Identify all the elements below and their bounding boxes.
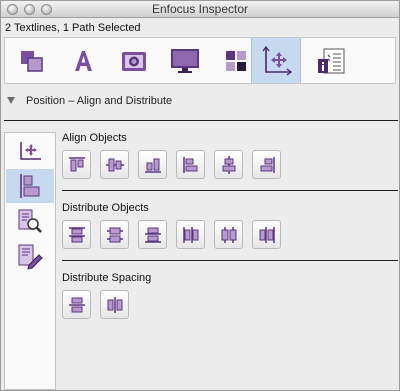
tab-text[interactable]: [58, 38, 108, 83]
distribute-vertical-spacing-icon: [68, 297, 85, 312]
distribute-horizontal-center-button[interactable]: [214, 220, 243, 249]
title-bar: Enfocus Inspector: [1, 1, 399, 18]
distribute-vertical-center-icon: [106, 227, 123, 242]
align-objects-label: Align Objects: [62, 132, 127, 144]
align-top-icon: [68, 156, 85, 171]
sidebar-item-align[interactable]: [6, 169, 54, 203]
align-horizontal-center-icon: [222, 155, 235, 174]
section-title: Position – Align and Distribute: [26, 95, 173, 107]
zoom-page-icon: [18, 209, 42, 233]
distribute-left-button[interactable]: [176, 220, 205, 249]
tab-objects[interactable]: [7, 38, 57, 83]
align-right-icon: [260, 156, 275, 173]
edit-page-icon: [18, 244, 43, 270]
align-vertical-center-button[interactable]: [100, 150, 129, 179]
align-vertical-center-icon: [105, 158, 124, 171]
image-camera-icon: [122, 51, 146, 71]
tab-display[interactable]: [160, 38, 210, 83]
group-divider: [62, 260, 398, 261]
align-left-button[interactable]: [176, 150, 205, 179]
inspector-toolbar: [4, 37, 396, 84]
move-axes-icon: [20, 142, 41, 160]
distribute-top-icon: [68, 226, 85, 242]
distribute-objects-label: Distribute Objects: [62, 202, 149, 214]
align-top-button[interactable]: [62, 150, 91, 179]
sidebar-item-edit[interactable]: [6, 239, 54, 273]
tab-image[interactable]: [109, 38, 159, 83]
tab-position[interactable]: [251, 38, 301, 83]
distribute-vertical-center-button[interactable]: [100, 220, 129, 249]
distribute-right-icon: [259, 226, 275, 243]
distribute-horizontal-spacing-button[interactable]: [100, 290, 129, 319]
align-bottom-icon: [144, 158, 161, 173]
document-info-icon: [318, 48, 345, 73]
section-divider: [4, 120, 398, 121]
distribute-vertical-spacing-button[interactable]: [62, 290, 91, 319]
sidebar-item-move[interactable]: [6, 134, 54, 168]
sidebar-item-zoom[interactable]: [6, 204, 54, 238]
window-title: Enfocus Inspector: [151, 2, 249, 16]
align-horizontal-center-button[interactable]: [214, 150, 243, 179]
tab-document-info[interactable]: [306, 38, 356, 83]
distribute-bottom-icon: [144, 227, 161, 243]
align-bottom-button[interactable]: [138, 150, 167, 179]
position-sidebar: [4, 132, 56, 390]
distribute-horizontal-spacing-icon: [107, 296, 122, 313]
distribute-bottom-button[interactable]: [138, 220, 167, 249]
distribute-horizontal-center-icon: [221, 226, 236, 243]
disclosure-triangle-icon[interactable]: [7, 97, 15, 104]
object-layers-icon: [21, 50, 43, 72]
distribute-top-button[interactable]: [62, 220, 91, 249]
inspector-window: Enfocus Inspector 2 Textlines, 1 Path Se…: [0, 0, 400, 391]
distribute-spacing-label: Distribute Spacing: [62, 272, 152, 284]
monitor-icon: [171, 48, 199, 73]
selection-info: 2 Textlines, 1 Path Selected: [5, 22, 141, 34]
group-divider: [62, 190, 398, 191]
color-swatches-icon: [226, 50, 246, 71]
align-left-icon: [182, 156, 197, 173]
align-right-button[interactable]: [252, 150, 281, 179]
position-arrows-icon: [262, 45, 292, 76]
text-icon: [75, 50, 92, 71]
distribute-right-button[interactable]: [252, 220, 281, 249]
distribute-left-icon: [182, 226, 198, 243]
align-panel-icon: [20, 174, 40, 198]
section-header[interactable]: Position – Align and Distribute: [7, 95, 172, 107]
